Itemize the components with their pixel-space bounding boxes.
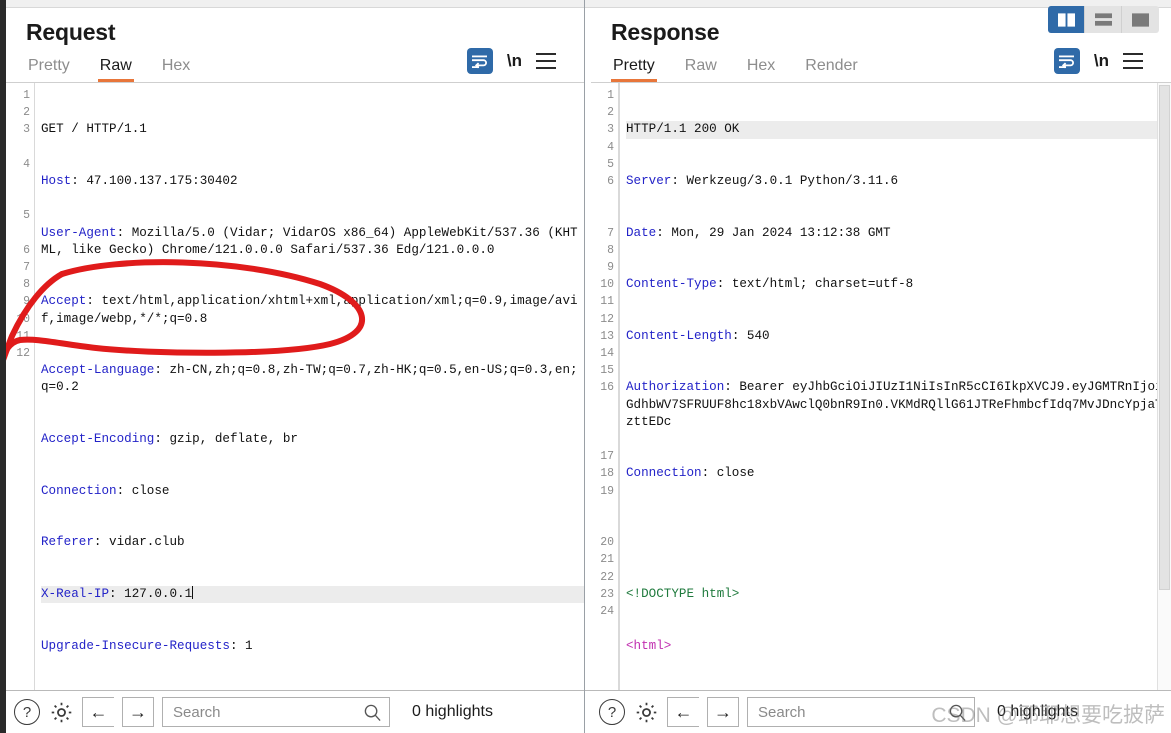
response-bottom-toolbar: ? ← → 0 highl xyxy=(585,690,1171,733)
request-panel: Request Pretty Raw Hex \n 1 2 3 4 5 6 7 … xyxy=(0,0,585,733)
request-line-numbers: 1 2 3 4 5 6 7 8 9 10 11 12 xyxy=(6,83,34,690)
request-header-tools: \n xyxy=(466,48,556,74)
search-icon xyxy=(363,703,382,727)
response-line-8 xyxy=(626,517,1171,534)
tab-request-pretty[interactable]: Pretty xyxy=(26,57,82,82)
request-line-5: Accept-Language: zh-CN,zh;q=0.8,zh-TW;q=… xyxy=(41,363,578,395)
response-line-11: <head> xyxy=(626,689,1171,690)
request-line-3: User-Agent: Mozilla/5.0 (Vidar; VidarOS … xyxy=(41,225,578,257)
response-line-3: Date: Mon, 29 Jan 2024 13:12:38 GMT xyxy=(626,225,891,240)
response-vertical-scrollbar[interactable] xyxy=(1157,83,1171,690)
layout-stacked-button[interactable] xyxy=(1085,6,1122,33)
request-line-9: X-Real-IP: 127.0.0.1 xyxy=(41,585,584,604)
window-left-edge xyxy=(0,0,6,733)
request-line-2: Host: 47.100.137.175:30402 xyxy=(41,174,238,189)
layout-switcher xyxy=(1048,6,1159,33)
response-panel: Response Pretty Raw Hex Render \n 1 2 3 … xyxy=(585,0,1171,733)
word-wrap-icon[interactable] xyxy=(1053,48,1080,74)
response-body-text[interactable]: HTTP/1.1 200 OK Server: Werkzeug/3.0.1 P… xyxy=(619,83,1171,690)
tab-request-raw[interactable]: Raw xyxy=(97,57,144,82)
response-line-5: Content-Length: 540 xyxy=(626,328,770,343)
newline-toggle-icon[interactable]: \n xyxy=(1094,51,1109,71)
layout-single-button[interactable] xyxy=(1122,6,1159,33)
response-line-4: Content-Type: text/html; charset=utf-8 xyxy=(626,277,914,292)
gear-icon[interactable] xyxy=(633,699,659,725)
response-line-6: Authorization: Bearer eyJhbGciOiJIUzI1Ni… xyxy=(626,380,1171,429)
help-icon[interactable]: ? xyxy=(599,699,625,725)
request-editor[interactable]: 1 2 3 4 5 6 7 8 9 10 11 12 GET / HTTP/1.… xyxy=(6,82,584,690)
search-prev-button[interactable]: ← xyxy=(82,697,114,727)
hamburger-menu-icon[interactable] xyxy=(1123,53,1143,69)
tab-response-raw[interactable]: Raw xyxy=(683,57,729,82)
request-line-4: Accept: text/html,application/xhtml+xml,… xyxy=(41,294,578,326)
newline-label: \n xyxy=(506,51,522,70)
search-next-button[interactable]: → xyxy=(122,697,154,727)
newline-label: \n xyxy=(1093,51,1109,70)
scrollbar-thumb[interactable] xyxy=(1159,85,1170,590)
response-line-numbers: 1 2 3 4 5 6 7 8 9 10 11 12 13 14 15 16 1… xyxy=(591,83,619,690)
response-line-1: HTTP/1.1 200 OK xyxy=(626,121,1171,139)
request-tabs: Pretty Raw Hex \n xyxy=(26,48,570,82)
response-line-2: Server: Werkzeug/3.0.1 Python/3.11.6 xyxy=(626,174,899,189)
response-line-7: Connection: close xyxy=(626,466,755,481)
tab-response-pretty[interactable]: Pretty xyxy=(611,57,667,82)
request-title: Request xyxy=(26,19,116,45)
request-body-text[interactable]: GET / HTTP/1.1 Host: 47.100.137.175:3040… xyxy=(34,83,584,690)
request-line-6: Accept-Encoding: gzip, deflate, br xyxy=(41,432,298,447)
layout-side-by-side-button[interactable] xyxy=(1048,6,1085,33)
response-search-box[interactable] xyxy=(747,697,975,727)
request-line-1: GET / HTTP/1.1 xyxy=(41,122,147,137)
request-header: Request Pretty Raw Hex \n xyxy=(0,8,584,82)
word-wrap-icon[interactable] xyxy=(466,48,493,74)
newline-toggle-icon[interactable]: \n xyxy=(507,51,522,71)
response-header-tools: \n xyxy=(1053,48,1143,74)
response-editor[interactable]: 1 2 3 4 5 6 7 8 9 10 11 12 13 14 15 16 1… xyxy=(591,82,1171,690)
search-icon xyxy=(948,703,967,727)
request-line-7: Connection: close xyxy=(41,483,170,498)
gear-icon[interactable] xyxy=(48,699,74,725)
request-search-box[interactable] xyxy=(162,697,390,727)
search-next-button[interactable]: → xyxy=(707,697,739,727)
response-line-9: <!DOCTYPE html> xyxy=(626,586,740,601)
request-bottom-toolbar: ? ← → 0 highl xyxy=(0,690,584,733)
request-line-10: Upgrade-Insecure-Requests: 1 xyxy=(41,638,253,653)
request-highlights-count: 0 highlights xyxy=(412,703,493,720)
tab-response-render[interactable]: Render xyxy=(803,57,869,82)
request-search-input[interactable] xyxy=(171,702,361,722)
request-line-11 xyxy=(41,689,584,690)
response-line-10: <html> xyxy=(626,638,672,653)
search-prev-button[interactable]: ← xyxy=(667,697,699,727)
burp-repeater-window: Request Pretty Raw Hex \n 1 2 3 4 5 6 7 … xyxy=(0,0,1171,733)
text-cursor xyxy=(192,585,194,599)
response-search-input[interactable] xyxy=(756,702,946,722)
tab-response-hex[interactable]: Hex xyxy=(745,57,787,82)
response-highlights-count: 0 highlights xyxy=(997,703,1078,720)
response-tabs: Pretty Raw Hex Render \n xyxy=(611,48,1157,82)
tab-request-hex[interactable]: Hex xyxy=(160,57,202,82)
hamburger-menu-icon[interactable] xyxy=(536,53,556,69)
request-top-strip xyxy=(0,0,584,8)
request-line-8: Referer: vidar.club xyxy=(41,535,185,550)
help-icon[interactable]: ? xyxy=(14,699,40,725)
